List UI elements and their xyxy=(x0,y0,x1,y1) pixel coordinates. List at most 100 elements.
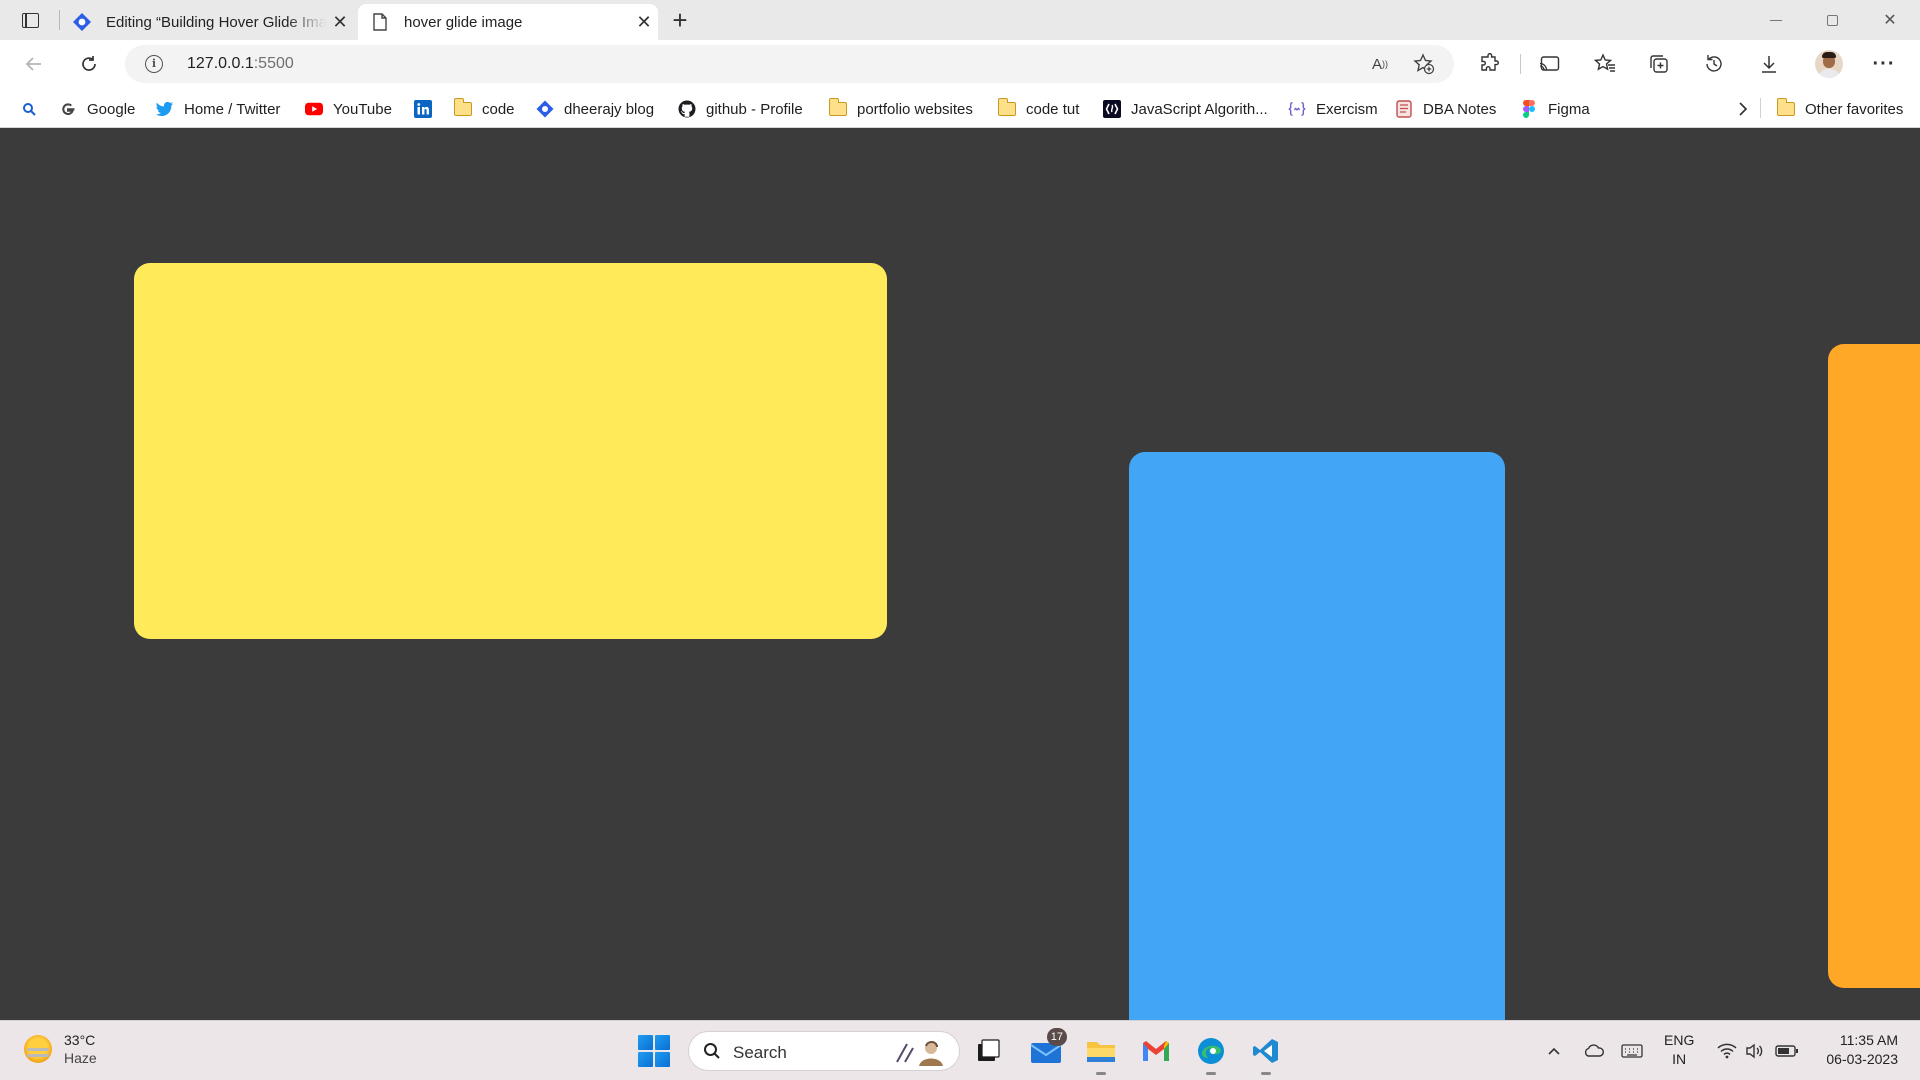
new-tab-button[interactable]: + xyxy=(666,4,694,36)
favorite-github-profile[interactable]: github - Profile xyxy=(678,98,803,120)
favorite-folder-code-tut[interactable]: code tut xyxy=(997,98,1080,120)
favorite-youtube[interactable]: YouTube xyxy=(305,98,392,120)
tab-hover-glide-image[interactable]: hover glide image ✕ xyxy=(358,4,658,40)
favorite-exercism[interactable]: Exercism xyxy=(1288,98,1378,120)
start-button[interactable] xyxy=(638,1035,670,1067)
tab-close-icon[interactable]: ✕ xyxy=(630,12,658,33)
battery-icon xyxy=(1775,1045,1798,1057)
favorite-google[interactable]: Google xyxy=(59,98,135,120)
browser-toolbar: i 127.0.0.1:5500 A)) ··· xyxy=(0,40,1920,88)
network-button[interactable] xyxy=(1715,1039,1739,1063)
favorites-icon xyxy=(1594,53,1615,72)
edge-icon xyxy=(1198,1038,1224,1064)
region-code: IN xyxy=(1672,1051,1687,1067)
mail-app[interactable]: 17 xyxy=(1028,1028,1067,1069)
weather-widget[interactable]: 33°C Haze xyxy=(24,1031,97,1067)
favorite-label: DBA Notes xyxy=(1423,100,1497,118)
more-icon: ··· xyxy=(1872,52,1896,75)
search-highlight-icon xyxy=(896,1041,943,1066)
downloads-button[interactable] xyxy=(1753,48,1785,80)
system-clock[interactable]: 11:35 AM 06-03-2023 xyxy=(1812,1031,1898,1069)
twitter-icon xyxy=(156,100,174,118)
address-url[interactable]: 127.0.0.1:5500 xyxy=(187,55,294,73)
url-host: 127.0.0.1 xyxy=(187,55,254,72)
favorite-javascript-algorithms[interactable]: JavaScript Algorith... xyxy=(1103,98,1268,120)
vscode-icon xyxy=(1253,1039,1278,1063)
favorites-overflow-button[interactable] xyxy=(1734,98,1762,120)
favorite-label: Home / Twitter xyxy=(184,100,281,118)
favorite-twitter[interactable]: Home / Twitter xyxy=(156,98,280,120)
tab-close-icon[interactable]: ✕ xyxy=(326,12,354,33)
favorite-figma[interactable]: Figma xyxy=(1520,98,1590,120)
volume-button[interactable] xyxy=(1743,1039,1767,1063)
battery-button[interactable] xyxy=(1775,1039,1799,1063)
onedrive-button[interactable] xyxy=(1582,1039,1606,1063)
touch-keyboard-button[interactable] xyxy=(1620,1039,1644,1063)
favorite-label: portfolio websites xyxy=(857,100,973,118)
page-icon xyxy=(370,12,390,32)
favorite-other-favorites[interactable]: Other favorites xyxy=(1776,98,1904,120)
favorite-linkedin[interactable] xyxy=(414,98,442,120)
input-language[interactable]: ENG IN xyxy=(1664,1031,1694,1069)
google-icon xyxy=(59,100,77,118)
site-info-icon[interactable]: i xyxy=(145,55,163,73)
back-button[interactable] xyxy=(18,48,50,80)
gmail-app[interactable] xyxy=(1138,1033,1174,1069)
favorite-label: code xyxy=(482,100,515,118)
glide-card-orange[interactable] xyxy=(1828,344,1920,988)
favorite-dheerajy-blog[interactable]: dheerajy blog xyxy=(536,98,654,120)
favorite-label: github - Profile xyxy=(706,100,803,118)
taskbar-search[interactable]: Search xyxy=(688,1031,960,1071)
favorite-dba-notes[interactable]: DBA Notes xyxy=(1395,98,1496,120)
wifi-icon xyxy=(1717,1043,1737,1059)
task-view-button[interactable] xyxy=(970,1033,1006,1069)
blog-icon xyxy=(536,100,554,118)
folder-icon xyxy=(1087,1042,1115,1062)
favorites-button[interactable] xyxy=(1589,48,1621,80)
url-port: :5500 xyxy=(253,55,294,72)
address-bar[interactable]: i 127.0.0.1:5500 A)) xyxy=(125,45,1454,83)
favorite-label: code tut xyxy=(1026,100,1080,118)
settings-more-button[interactable]: ··· xyxy=(1868,48,1900,80)
notes-icon xyxy=(1395,100,1413,118)
show-hidden-icons-button[interactable] xyxy=(1542,1039,1566,1063)
folder-icon xyxy=(997,98,1016,118)
edge-browser-app[interactable] xyxy=(1193,1033,1229,1075)
favorite-label: Exercism xyxy=(1316,100,1378,118)
favorite-label: dheerajy blog xyxy=(564,100,655,118)
glide-card-blue[interactable] xyxy=(1129,452,1505,1020)
vscode-app[interactable] xyxy=(1248,1033,1284,1075)
refresh-button[interactable] xyxy=(73,48,105,80)
favorite-folder-portfolio[interactable]: portfolio websites xyxy=(828,98,973,120)
close-icon: ✕ xyxy=(1883,12,1897,29)
collections-button[interactable] xyxy=(1643,48,1675,80)
clock-date: 06-03-2023 xyxy=(1826,1051,1898,1067)
close-window-button[interactable]: ✕ xyxy=(1862,0,1918,40)
favorite-folder-code[interactable]: code xyxy=(453,98,515,120)
file-explorer-app[interactable] xyxy=(1083,1033,1119,1075)
tab-separator xyxy=(59,10,60,30)
search-icon xyxy=(20,100,38,118)
favorites-search-button[interactable] xyxy=(20,98,48,120)
task-view-icon xyxy=(978,1039,1000,1061)
cast-button[interactable] xyxy=(1534,48,1566,80)
minimize-button[interactable] xyxy=(1748,0,1804,40)
tab-editing-post[interactable]: Editing “Building Hover Glide Image ✕ xyxy=(62,4,354,40)
linkedin-icon xyxy=(414,100,432,118)
tab-actions-icon xyxy=(21,12,39,28)
chevron-right-icon xyxy=(1734,100,1752,118)
restore-button[interactable] xyxy=(1804,0,1860,40)
favorite-label: Figma xyxy=(1548,100,1590,118)
read-aloud-icon[interactable]: A)) xyxy=(1367,51,1393,77)
favorite-label: Other favorites xyxy=(1805,100,1904,118)
extensions-button[interactable] xyxy=(1473,48,1505,80)
tab-title: Editing “Building Hover Glide Image xyxy=(106,13,326,31)
glide-card-yellow[interactable] xyxy=(134,263,887,639)
exercism-icon xyxy=(1288,100,1306,118)
history-button[interactable] xyxy=(1698,48,1730,80)
profile-avatar[interactable] xyxy=(1815,50,1843,78)
add-favorite-icon[interactable] xyxy=(1411,51,1437,77)
extensions-icon xyxy=(1481,53,1499,71)
tab-actions-menu-button[interactable] xyxy=(14,6,46,34)
figma-icon xyxy=(1520,100,1538,118)
